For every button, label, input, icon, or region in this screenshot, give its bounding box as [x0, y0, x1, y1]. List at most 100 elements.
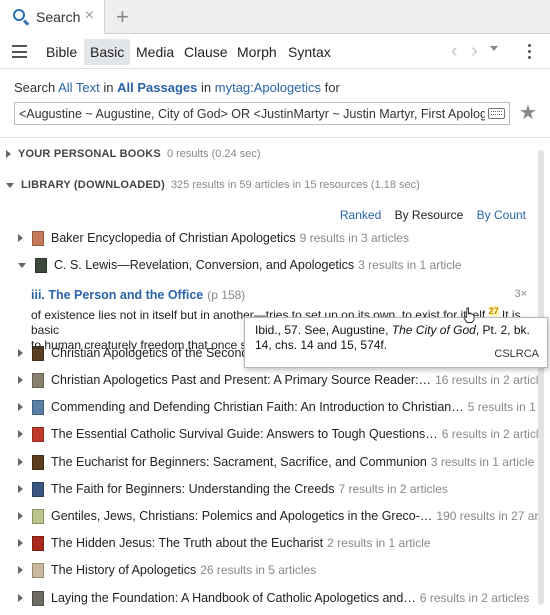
resource-row[interactable]: Christian Apologetics Past and Present: … [18, 370, 540, 390]
resource-title[interactable]: The Faith for Beginners: Understanding t… [51, 482, 335, 496]
book-cover-icon [35, 257, 47, 273]
resource-title[interactable]: The History of Apologetics [51, 563, 196, 577]
resource-row[interactable]: The Eucharist for Beginners: Sacrament, … [18, 452, 538, 472]
resource-result-count: 3 results in 1 article [358, 258, 462, 272]
section-count: 325 results in 59 articles in 15 resourc… [170, 179, 420, 191]
results-panel: YOUR PERSONAL BOOKS 0 results (0.24 sec) … [0, 138, 540, 615]
resource-result-count: 3 results in 1 article [430, 455, 535, 469]
result-page: (p 158) [207, 288, 246, 302]
add-tab-button[interactable]: + [116, 4, 129, 30]
resource-title[interactable]: Christian Apologetics Past and Present: … [51, 373, 431, 387]
resource-title[interactable]: C. S. Lewis—Revelation, Conversion, and … [54, 258, 354, 272]
book-cover-icon [32, 399, 44, 415]
resource-row[interactable]: Commending and Defending Christian Faith… [18, 397, 540, 417]
forward-arrow-icon[interactable]: › [471, 40, 478, 63]
search-description: Search All Text in All Passages in mytag… [14, 80, 340, 95]
collapse-triangle-icon[interactable] [18, 485, 23, 493]
sort-by-count[interactable]: By Count [477, 208, 526, 222]
search-input[interactable] [15, 103, 485, 124]
footnote-tooltip: Ibid., 57. See, Augustine, The City of G… [244, 317, 548, 368]
resource-title[interactable]: Commending and Defending Christian Faith… [51, 400, 464, 414]
tab-media[interactable]: Media [130, 39, 180, 65]
book-cover-icon [32, 454, 44, 470]
in-label: in [103, 80, 114, 95]
resource-result-count: 9 results in 3 articles [299, 231, 409, 245]
hamburger-menu-icon[interactable] [12, 45, 27, 58]
resource-title[interactable]: The Essential Catholic Survival Guide: A… [51, 427, 438, 441]
collapse-triangle-icon[interactable] [18, 566, 23, 574]
resource-result-count: 26 results in 5 articles [200, 563, 317, 577]
expand-triangle-icon [6, 182, 14, 188]
tab-morph[interactable]: Morph [231, 39, 283, 65]
close-icon[interactable]: × [85, 7, 94, 25]
tab-search[interactable]: Search × [0, 0, 105, 34]
tooltip-text-italic: The City of God [391, 323, 476, 337]
section-library[interactable]: LIBRARY (DOWNLOADED) 325 results in 59 ar… [6, 179, 420, 191]
search-prefix: Search [14, 80, 56, 95]
tab-bible[interactable]: Bible [40, 39, 83, 65]
section-label: YOUR PERSONAL BOOKS [18, 148, 161, 160]
resource-row[interactable]: The Hidden Jesus: The Truth about the Eu… [18, 533, 538, 553]
resource-title[interactable]: The Hidden Jesus: The Truth about the Eu… [51, 536, 323, 550]
book-cover-icon [32, 426, 44, 442]
history-dropdown-icon[interactable] [490, 46, 498, 51]
sort-ranked[interactable]: Ranked [340, 208, 381, 222]
result-title-text[interactable]: iii. The Person and the Office [31, 288, 203, 302]
keyboard-icon[interactable] [488, 108, 505, 119]
collapse-triangle-icon[interactable] [18, 512, 23, 520]
collapse-triangle-icon[interactable] [18, 430, 23, 438]
book-cover-icon [32, 372, 44, 388]
resource-title[interactable]: Laying the Foundation: A Handbook of Cat… [51, 591, 416, 605]
resource-row[interactable]: The Faith for Beginners: Understanding t… [18, 479, 538, 499]
resource-row[interactable]: Gentiles, Jews, Christians: Polemics and… [18, 506, 540, 526]
resource-row[interactable]: The History of Apologetics 26 results in … [18, 560, 538, 580]
resource-result-count: 5 results in 1 article [467, 400, 540, 414]
resource-row[interactable]: The Essential Catholic Survival Guide: A… [18, 424, 540, 444]
tab-strip: Search × + [0, 0, 550, 34]
tab-clause[interactable]: Clause [178, 39, 234, 65]
result-hit-count: 3× [514, 288, 527, 300]
back-arrow-icon[interactable]: ‹ [451, 40, 458, 63]
search-box [14, 102, 510, 125]
expand-triangle-icon[interactable] [18, 262, 26, 268]
resource-row[interactable]: Laying the Foundation: A Handbook of Cat… [18, 588, 538, 608]
resource-title[interactable]: The Eucharist for Beginners: Sacrament, … [51, 455, 427, 469]
tab-syntax[interactable]: Syntax [282, 39, 337, 65]
resource-row[interactable]: C. S. Lewis—Revelation, Conversion, and … [18, 255, 538, 275]
resource-result-count: 6 results in 2 articles [441, 427, 540, 441]
tab-basic[interactable]: Basic [84, 39, 131, 65]
resource-result-count: 190 results in 27 articles [436, 509, 540, 523]
section-count: 0 results (0.24 sec) [166, 148, 261, 160]
book-cover-icon [32, 508, 44, 524]
result-title[interactable]: iii. The Person and the Office (p 158) [31, 288, 531, 302]
passages-link[interactable]: All Passages [117, 80, 197, 95]
for-label: for [324, 80, 340, 95]
collapse-triangle-icon[interactable] [18, 539, 23, 547]
collection-link[interactable]: mytag:Apologetics [215, 80, 321, 95]
collapse-triangle-icon[interactable] [18, 403, 23, 411]
footnote-marker[interactable]: 27 [488, 306, 499, 316]
collapse-triangle-icon[interactable] [18, 458, 23, 466]
collapse-triangle-icon[interactable] [18, 349, 23, 357]
collapse-triangle-icon[interactable] [18, 594, 23, 602]
book-cover-icon [32, 590, 44, 606]
collapse-triangle-icon[interactable] [18, 234, 23, 242]
section-personal-books[interactable]: YOUR PERSONAL BOOKS 0 results (0.24 sec) [6, 148, 261, 160]
resource-title[interactable]: Baker Encyclopedia of Christian Apologet… [51, 231, 296, 245]
collapse-triangle-icon[interactable] [18, 376, 23, 384]
resource-result-count: 6 results in 2 articles [419, 591, 530, 605]
resource-result-count: 7 results in 2 articles [338, 482, 448, 496]
collapse-triangle-icon [6, 150, 11, 159]
toolbar: Bible Basic Media Clause Morph Syntax ‹ … [0, 35, 550, 69]
scrollbar[interactable] [538, 150, 544, 605]
scope-link[interactable]: All Text [58, 80, 100, 95]
resource-title[interactable]: Gentiles, Jews, Christians: Polemics and… [51, 509, 432, 523]
resource-row[interactable]: Baker Encyclopedia of Christian Apologet… [18, 228, 538, 248]
resource-result-count: 2 results in 1 article [327, 536, 431, 550]
in-label-2: in [201, 80, 212, 95]
book-cover-icon [32, 481, 44, 497]
search-icon [12, 8, 30, 26]
sort-by-resource[interactable]: By Resource [395, 208, 464, 222]
star-icon[interactable]: ★ [519, 102, 537, 124]
more-options-icon[interactable] [528, 44, 532, 62]
